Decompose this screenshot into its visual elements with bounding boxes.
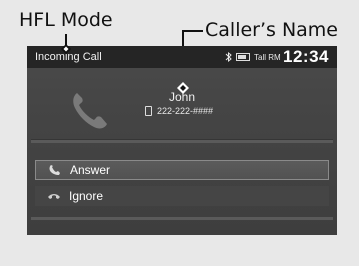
answer-label: Answer bbox=[70, 163, 111, 177]
ignore-phone-icon bbox=[48, 194, 60, 199]
ignore-label: Ignore bbox=[69, 189, 104, 203]
hfl-mode-callout: HFL Mode bbox=[19, 9, 113, 31]
signal-icon: Tall RM bbox=[254, 52, 281, 62]
caller-number-row: 222-222-#### bbox=[145, 106, 213, 116]
clock: 12:34 bbox=[283, 47, 329, 66]
hfl-mode-leader-pointer bbox=[61, 44, 71, 54]
hfl-incoming-call-screen: Incoming Call Tall RM 12:34 John 222-222… bbox=[27, 46, 337, 235]
battery-icon bbox=[236, 53, 250, 61]
bluetooth-icon bbox=[225, 52, 232, 62]
ignore-button[interactable]: Ignore bbox=[35, 186, 329, 206]
status-icons: Tall RM bbox=[225, 52, 281, 62]
caller-number: 222-222-#### bbox=[157, 106, 214, 116]
mobile-phone-icon bbox=[145, 106, 152, 116]
callers-name-callout: Caller’s Name bbox=[205, 19, 338, 41]
callers-name-leader-pointer bbox=[177, 82, 189, 94]
status-bar: Incoming Call Tall RM 12:34 bbox=[27, 46, 337, 68]
bottom-divider bbox=[31, 217, 333, 220]
answer-button[interactable]: Answer bbox=[35, 160, 329, 180]
answer-phone-icon bbox=[49, 165, 60, 175]
callers-name-leader-line-h bbox=[182, 30, 203, 32]
divider bbox=[31, 139, 333, 143]
